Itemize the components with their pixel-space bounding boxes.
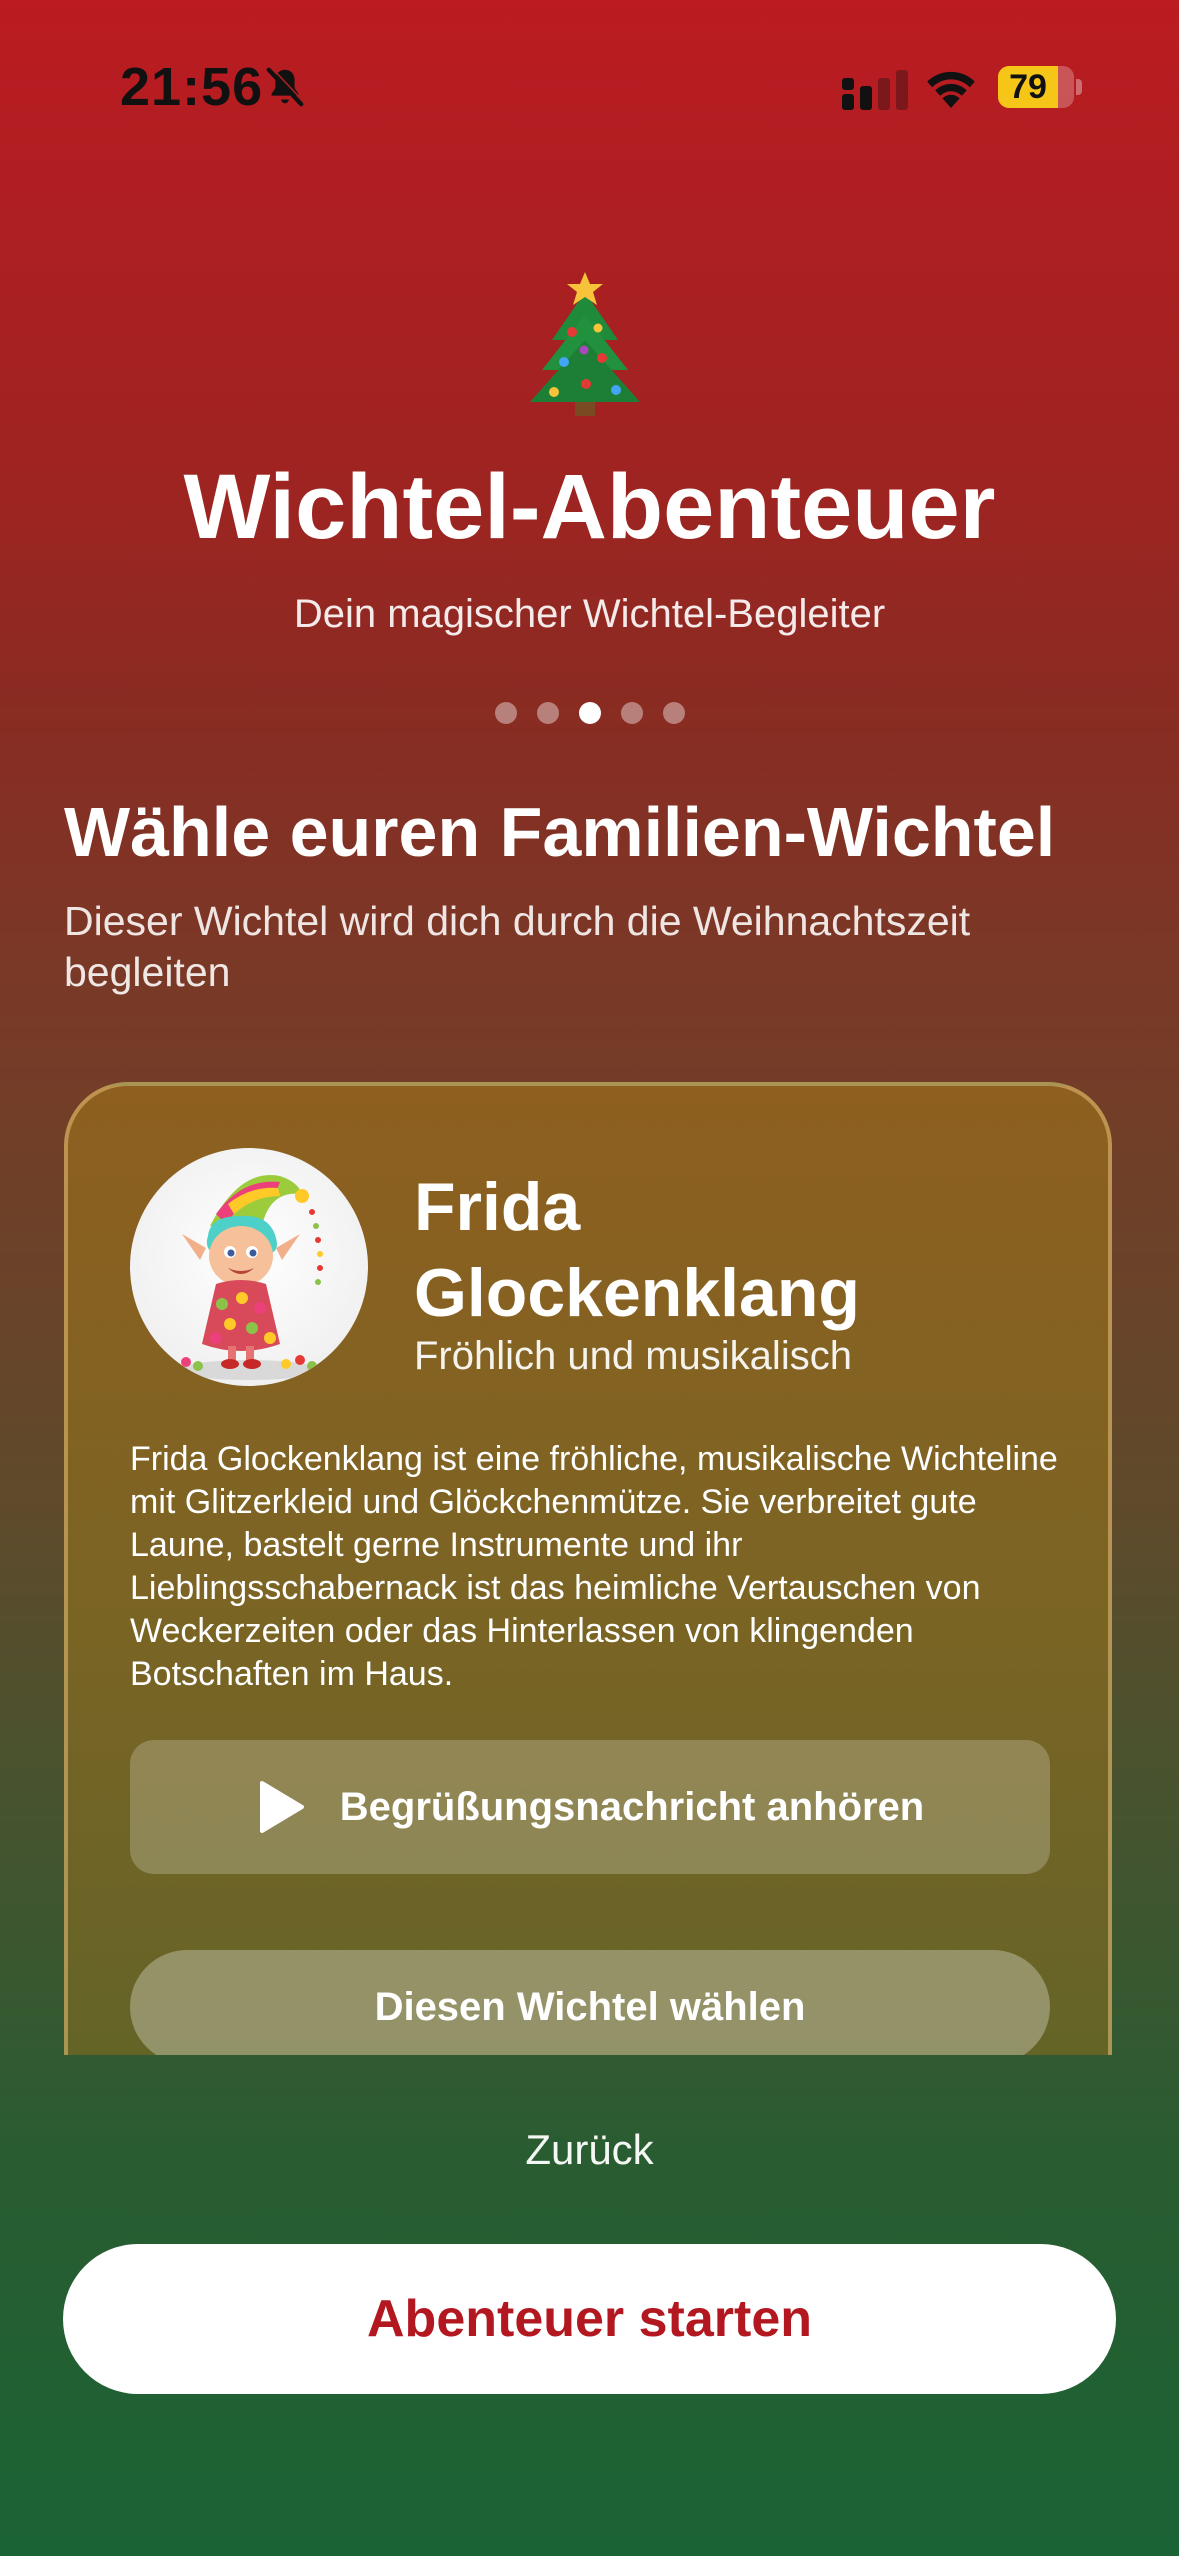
elf-avatar — [130, 1148, 368, 1386]
app-subtitle: Dein magischer Wichtel-Begleiter — [293, 592, 886, 636]
battery-icon: 79 — [998, 66, 1082, 108]
page-dot — [536, 702, 559, 724]
page-dot — [620, 702, 643, 724]
elf-illustration — [179, 1175, 323, 1380]
start-adventure-label: Abenteuer starten — [367, 2290, 812, 2348]
elf-name: Frida Glockenklang — [414, 1169, 860, 1331]
app-title: Wichtel-Abenteuer — [183, 456, 996, 558]
play-icon — [259, 1781, 304, 1833]
wifi-icon — [927, 71, 975, 108]
page-dot — [494, 702, 517, 724]
page-dot-active — [578, 702, 601, 724]
choose-elf-button[interactable]: Diesen Wichtel wählen — [130, 1950, 1050, 2055]
elf-trait: Fröhlich und musikalisch — [414, 1334, 852, 1378]
christmas-tree-icon — [530, 272, 640, 416]
listen-greeting-button[interactable]: Begrüßungsnachricht anhören — [130, 1740, 1050, 1874]
section-title: Wähle euren Familien-Wichtel — [64, 793, 1056, 871]
status-time: 21:56 — [120, 57, 264, 117]
back-button[interactable]: Zurück — [0, 2126, 1179, 2174]
start-adventure-button[interactable]: Abenteuer starten — [63, 2244, 1116, 2394]
page-indicator — [0, 702, 1179, 724]
section-description: Dieser Wichtel wird dich durch die Weihn… — [64, 898, 971, 995]
battery-percent: 79 — [1009, 68, 1047, 106]
battery-body: 79 — [998, 66, 1074, 108]
bell-slash-icon — [266, 66, 305, 107]
elf-card-scroll-area[interactable]: Frida Glockenklang Fröhlich und musikali… — [0, 1070, 1179, 2055]
onboarding-screen: 21:56 79 Wichtel-Abenteuer Dein magische… — [0, 0, 1179, 2556]
page-dot — [662, 702, 685, 724]
battery-tip — [1076, 79, 1082, 95]
listen-greeting-label: Begrüßungsnachricht anhören — [339, 1784, 925, 1829]
elf-description: Frida Glockenklang ist eine fröhliche, m… — [130, 1440, 1058, 1693]
elf-card[interactable]: Frida Glockenklang Fröhlich und musikali… — [64, 1082, 1112, 2055]
cellular-signal-icon — [842, 70, 908, 110]
choose-elf-label: Diesen Wichtel wählen — [374, 1984, 806, 2029]
